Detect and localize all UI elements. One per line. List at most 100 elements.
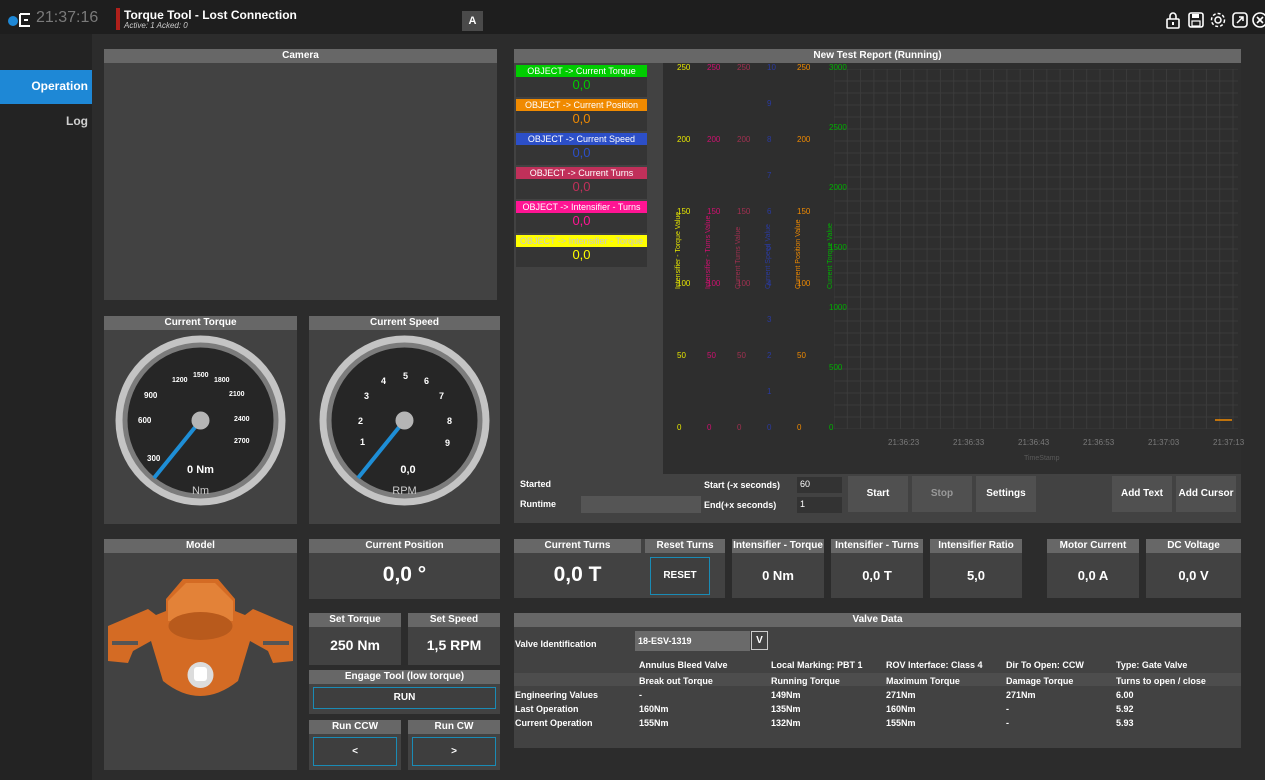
torque-gauge-value: 0 Nm — [187, 464, 214, 476]
set-speed-value[interactable]: 1,5 RPM — [408, 637, 500, 653]
y-axis-tick: 150 — [737, 207, 751, 216]
y-axis-label: Current Turns Value — [735, 226, 742, 289]
y-axis-tick: 3000 — [829, 63, 847, 72]
current-turns-panel: Current Turns Reset Turns 0,0 T RESET — [514, 539, 725, 598]
intensifier-torque-value: 0 Nm — [762, 568, 794, 583]
valve-row-label: Engineering Values — [515, 690, 599, 700]
valve-dropdown-button[interactable]: V — [751, 631, 768, 650]
valve-cell: 271Nm — [886, 690, 916, 700]
gauge-tick: 8 — [447, 416, 453, 426]
gauge-tick: 2400 — [234, 416, 250, 423]
y-axis-tick: 50 — [677, 351, 686, 360]
sidebar: Operation Log — [0, 34, 92, 780]
valve-data-panel: Valve Data Valve Identification 18-ESV-1… — [514, 613, 1241, 748]
legend-label[interactable]: OBJECT -> Current Torque — [516, 65, 647, 77]
intensifier-torque-panel: Intensifier - Torque 0 Nm — [732, 539, 824, 598]
settings-icon[interactable] — [1208, 11, 1228, 31]
legend-label[interactable]: OBJECT -> Current Turns — [516, 167, 647, 179]
y-axis-tick: 500 — [829, 363, 843, 372]
y-axis-tick: 200 — [677, 135, 691, 144]
y-axis-tick: 2500 — [829, 123, 847, 132]
gauge-tick: 9 — [445, 438, 451, 448]
y-axis-tick: 2000 — [829, 183, 847, 192]
y-axis-tick: 1000 — [829, 303, 847, 312]
speed-gauge-value: 0,0 — [400, 464, 416, 476]
acknowledge-button[interactable]: A — [462, 11, 483, 31]
alarm-status: Active: 1 Acked: 0 — [124, 21, 188, 30]
model-title: Model — [104, 539, 297, 553]
start-seconds-input[interactable]: 60 — [797, 477, 842, 493]
valve-cell: 5.92 — [1116, 704, 1134, 714]
speed-gauge-unit: RPM — [392, 485, 417, 497]
x-axis-tick: 21:36:33 — [953, 438, 985, 447]
y-axis-tick: 50 — [707, 351, 716, 360]
y-axis-tick: 6 — [767, 207, 772, 216]
legend-value: 0,0 — [516, 111, 647, 131]
add-cursor-button[interactable]: Add Cursor — [1176, 476, 1236, 512]
valve-cell: 132Nm — [771, 718, 801, 728]
legend-label[interactable]: OBJECT -> Intensifier - Turns — [516, 201, 647, 213]
end-seconds-input[interactable]: 1 — [797, 497, 842, 513]
run-ccw-button[interactable]: < — [313, 737, 397, 766]
y-axis-tick: 250 — [707, 63, 721, 72]
valve-table-row: Last Operation 160Nm 135Nm 160Nm - 5.92 — [514, 704, 1241, 717]
run-ccw-title: Run CCW — [309, 720, 401, 734]
y-axis-tick: 0 — [737, 423, 742, 432]
start-button[interactable]: Start — [848, 476, 908, 512]
valve-cell: - — [1006, 718, 1009, 728]
x-axis-tick: 21:37:03 — [1148, 438, 1180, 447]
close-icon[interactable] — [1251, 11, 1265, 31]
set-torque-value[interactable]: 250 Nm — [309, 637, 401, 653]
sidebar-item-operation[interactable]: Operation — [0, 70, 92, 104]
x-axis-tick: 21:36:43 — [1018, 438, 1050, 447]
y-axis-label: Current Position Value — [795, 219, 802, 289]
started-label: Started — [520, 479, 552, 489]
torque-gauge-title: Current Torque — [104, 316, 297, 330]
save-icon[interactable] — [1186, 11, 1206, 31]
add-text-button[interactable]: Add Text — [1112, 476, 1172, 512]
y-axis-tick: 200 — [707, 135, 721, 144]
run-ccw-panel: Run CCW < — [309, 720, 401, 770]
gauge-tick: 2 — [358, 416, 364, 426]
valve-column-header: Maximum Torque — [886, 676, 960, 686]
stop-button[interactable]: Stop — [912, 476, 972, 512]
dc-voltage-title: DC Voltage — [1146, 539, 1241, 553]
valve-cell: 149Nm — [771, 690, 801, 700]
reset-button[interactable]: RESET — [650, 557, 710, 595]
motor-current-panel: Motor Current 0,0 A — [1047, 539, 1139, 598]
gauge-tick: 2700 — [234, 438, 250, 445]
legend-value: 0,0 — [516, 145, 647, 165]
torque-gauge-panel: Current Torque 300 600 900 1200 1500 180… — [104, 316, 297, 524]
legend-label[interactable]: OBJECT -> Current Position — [516, 99, 647, 111]
fullscreen-icon[interactable] — [1230, 11, 1250, 31]
legend-label[interactable]: OBJECT -> Intensifier - Torque — [516, 235, 647, 247]
settings-button[interactable]: Settings — [976, 476, 1036, 512]
run-cw-button[interactable]: > — [412, 737, 496, 766]
valve-identification-select[interactable]: 18-ESV-1319 — [635, 631, 750, 651]
y-axis-tick: 0 — [677, 423, 682, 432]
valve-identification-label: Valve Identification — [515, 639, 597, 649]
alarm-title[interactable]: Torque Tool - Lost Connection — [124, 8, 297, 22]
speed-gauge-title: Current Speed — [309, 316, 500, 330]
run-cw-title: Run CW — [408, 720, 500, 734]
gauge-tick: 900 — [144, 391, 158, 400]
lock-icon[interactable] — [1163, 11, 1183, 31]
valve-cell: 160Nm — [639, 704, 669, 714]
y-axis-tick: 10 — [767, 63, 776, 72]
runtime-progress — [581, 496, 701, 513]
sidebar-item-log[interactable]: Log — [0, 104, 92, 138]
y-axis-tick: 1 — [767, 387, 772, 396]
y-axis-tick: 250 — [737, 63, 751, 72]
run-button[interactable]: RUN — [313, 687, 496, 709]
valve-cell: - — [1006, 704, 1009, 714]
legend-value: 0,0 — [516, 247, 647, 267]
gauge-tick: 5 — [403, 371, 409, 381]
speed-gauge-dial — [319, 335, 490, 506]
camera-title: Camera — [104, 49, 497, 63]
legend-label[interactable]: OBJECT -> Current Speed — [516, 133, 647, 145]
intensifier-ratio-title: Intensifier Ratio — [930, 539, 1022, 553]
current-position-panel: Current Position 0,0 ° — [309, 539, 500, 599]
engage-tool-panel: Engage Tool (low torque) RUN — [309, 670, 500, 714]
test-report-panel: New Test Report (Running) OBJECT -> Curr… — [514, 49, 1244, 523]
y-axis-tick: 150 — [797, 207, 811, 216]
